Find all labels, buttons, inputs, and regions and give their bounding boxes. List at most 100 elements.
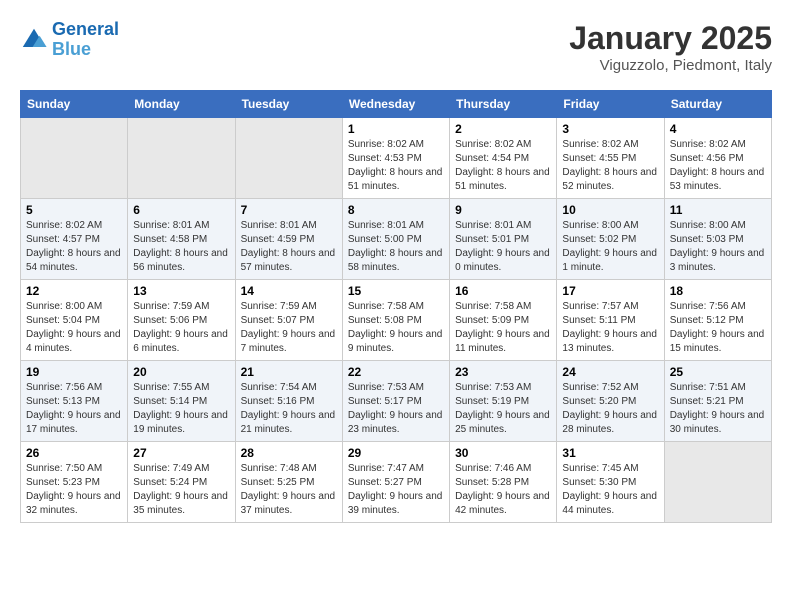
day-info: Sunrise: 7:56 AM Sunset: 5:12 PM Dayligh… (670, 300, 766, 356)
day-number: 18 (670, 284, 766, 298)
calendar-cell: 29Sunrise: 7:47 AM Sunset: 5:27 PM Dayli… (342, 442, 449, 523)
day-number: 27 (133, 446, 229, 460)
day-number: 21 (241, 365, 337, 379)
day-info: Sunrise: 7:50 AM Sunset: 5:23 PM Dayligh… (26, 462, 122, 518)
day-info: Sunrise: 7:58 AM Sunset: 5:08 PM Dayligh… (348, 300, 444, 356)
day-number: 25 (670, 365, 766, 379)
day-info: Sunrise: 8:02 AM Sunset: 4:53 PM Dayligh… (348, 138, 444, 194)
calendar-cell (235, 118, 342, 199)
day-info: Sunrise: 8:02 AM Sunset: 4:54 PM Dayligh… (455, 138, 551, 194)
logo: General Blue (20, 20, 119, 60)
day-info: Sunrise: 7:46 AM Sunset: 5:28 PM Dayligh… (455, 462, 551, 518)
day-number: 30 (455, 446, 551, 460)
calendar-cell: 17 Sunrise: 7:57 AM Sunset: 5:11 PM Dayli… (557, 280, 664, 361)
day-number: 16 (455, 284, 551, 298)
day-number: 23 (455, 365, 551, 379)
day-number: 20 (133, 365, 229, 379)
day-info: Sunrise: 7:57 AM Sunset: 5:11 PM Dayligh… (562, 300, 658, 356)
day-number: 3 (562, 122, 658, 136)
calendar-cell (128, 118, 235, 199)
calendar-cell: 21 Sunrise: 7:54 AM Sunset: 5:16 PM Dayli… (235, 361, 342, 442)
day-info: Sunrise: 7:47 AM Sunset: 5:27 PM Dayligh… (348, 462, 444, 518)
calendar-cell: 19 Sunrise: 7:56 AM Sunset: 5:13 PM Dayli… (21, 361, 128, 442)
calendar-cell: 27 Sunrise: 7:49 AM Sunset: 5:24 PM Dayli… (128, 442, 235, 523)
day-info: Sunrise: 7:45 AM Sunset: 5:30 PM Dayligh… (562, 462, 658, 518)
day-number: 5 (26, 203, 122, 217)
day-number: 7 (241, 203, 337, 217)
calendar-cell: 12 Sunrise: 8:00 AM Sunset: 5:04 PM Dayli… (21, 280, 128, 361)
day-number: 17 (562, 284, 658, 298)
day-number: 24 (562, 365, 658, 379)
day-info: Sunrise: 7:53 AM Sunset: 5:17 PM Dayligh… (348, 381, 444, 437)
calendar-cell: 15 Sunrise: 7:58 AM Sunset: 5:08 PM Dayli… (342, 280, 449, 361)
day-of-week-header: Monday (128, 91, 235, 118)
calendar-week-row: 12 Sunrise: 8:00 AM Sunset: 5:04 PM Dayli… (21, 280, 772, 361)
day-info: Sunrise: 7:54 AM Sunset: 5:16 PM Dayligh… (241, 381, 337, 437)
day-number: 8 (348, 203, 444, 217)
calendar-cell: 20Sunrise: 7:55 AM Sunset: 5:14 PM Dayli… (128, 361, 235, 442)
day-info: Sunrise: 7:48 AM Sunset: 5:25 PM Dayligh… (241, 462, 337, 518)
day-of-week-header: Friday (557, 91, 664, 118)
calendar-cell: 6 Sunrise: 8:01 AM Sunset: 4:58 PM Daylig… (128, 199, 235, 280)
day-info: Sunrise: 8:02 AM Sunset: 4:55 PM Dayligh… (562, 138, 658, 194)
calendar-cell: 1 Sunrise: 8:02 AM Sunset: 4:53 PM Daylig… (342, 118, 449, 199)
calendar-cell: 26Sunrise: 7:50 AM Sunset: 5:23 PM Dayli… (21, 442, 128, 523)
calendar-cell: 13 Sunrise: 7:59 AM Sunset: 5:06 PM Dayli… (128, 280, 235, 361)
logo-icon (20, 26, 48, 54)
calendar-cell: 3 Sunrise: 8:02 AM Sunset: 4:55 PM Daylig… (557, 118, 664, 199)
day-number: 22 (348, 365, 444, 379)
calendar-table: SundayMondayTuesdayWednesdayThursdayFrid… (20, 90, 772, 523)
day-number: 9 (455, 203, 551, 217)
day-of-week-header: Wednesday (342, 91, 449, 118)
day-of-week-header: Thursday (450, 91, 557, 118)
calendar-cell: 2Sunrise: 8:02 AM Sunset: 4:54 PM Daylig… (450, 118, 557, 199)
day-number: 13 (133, 284, 229, 298)
calendar-week-row: 5 Sunrise: 8:02 AM Sunset: 4:57 PM Daylig… (21, 199, 772, 280)
page-header: General Blue January 2025 Viguzzolo, Pie… (20, 20, 772, 74)
day-info: Sunrise: 8:02 AM Sunset: 4:56 PM Dayligh… (670, 138, 766, 194)
day-of-week-header: Tuesday (235, 91, 342, 118)
day-info: Sunrise: 8:01 AM Sunset: 5:01 PM Dayligh… (455, 219, 551, 275)
day-number: 4 (670, 122, 766, 136)
day-info: Sunrise: 8:01 AM Sunset: 5:00 PM Dayligh… (348, 219, 444, 275)
day-number: 10 (562, 203, 658, 217)
calendar-cell: 10 Sunrise: 8:00 AM Sunset: 5:02 PM Dayli… (557, 199, 664, 280)
day-number: 15 (348, 284, 444, 298)
day-number: 12 (26, 284, 122, 298)
calendar-cell: 4 Sunrise: 8:02 AM Sunset: 4:56 PM Daylig… (664, 118, 771, 199)
calendar-cell: 22 Sunrise: 7:53 AM Sunset: 5:17 PM Dayli… (342, 361, 449, 442)
calendar-cell (664, 442, 771, 523)
day-info: Sunrise: 7:56 AM Sunset: 5:13 PM Dayligh… (26, 381, 122, 437)
day-number: 31 (562, 446, 658, 460)
day-info: Sunrise: 7:49 AM Sunset: 5:24 PM Dayligh… (133, 462, 229, 518)
location: Viguzzolo, Piedmont, Italy (569, 57, 772, 74)
calendar-cell: 23 Sunrise: 7:53 AM Sunset: 5:19 PM Dayli… (450, 361, 557, 442)
calendar-cell: 7 Sunrise: 8:01 AM Sunset: 4:59 PM Daylig… (235, 199, 342, 280)
day-info: Sunrise: 8:01 AM Sunset: 4:58 PM Dayligh… (133, 219, 229, 275)
day-info: Sunrise: 7:51 AM Sunset: 5:21 PM Dayligh… (670, 381, 766, 437)
calendar-cell: 18 Sunrise: 7:56 AM Sunset: 5:12 PM Dayli… (664, 280, 771, 361)
day-info: Sunrise: 7:59 AM Sunset: 5:07 PM Dayligh… (241, 300, 337, 356)
day-number: 11 (670, 203, 766, 217)
header-row: SundayMondayTuesdayWednesdayThursdayFrid… (21, 91, 772, 118)
day-of-week-header: Sunday (21, 91, 128, 118)
calendar-cell: 9 Sunrise: 8:01 AM Sunset: 5:01 PM Daylig… (450, 199, 557, 280)
day-number: 19 (26, 365, 122, 379)
day-of-week-header: Saturday (664, 91, 771, 118)
day-info: Sunrise: 7:59 AM Sunset: 5:06 PM Dayligh… (133, 300, 229, 356)
calendar-cell: 25 Sunrise: 7:51 AM Sunset: 5:21 PM Dayli… (664, 361, 771, 442)
calendar-cell: 24 Sunrise: 7:52 AM Sunset: 5:20 PM Dayli… (557, 361, 664, 442)
calendar-cell: 31 Sunrise: 7:45 AM Sunset: 5:30 PM Dayli… (557, 442, 664, 523)
day-number: 1 (348, 122, 444, 136)
title-block: January 2025 Viguzzolo, Piedmont, Italy (569, 20, 772, 74)
day-info: Sunrise: 8:00 AM Sunset: 5:04 PM Dayligh… (26, 300, 122, 356)
day-number: 6 (133, 203, 229, 217)
calendar-cell: 30 Sunrise: 7:46 AM Sunset: 5:28 PM Dayli… (450, 442, 557, 523)
day-info: Sunrise: 8:00 AM Sunset: 5:02 PM Dayligh… (562, 219, 658, 275)
calendar-cell: 8 Sunrise: 8:01 AM Sunset: 5:00 PM Daylig… (342, 199, 449, 280)
day-info: Sunrise: 7:53 AM Sunset: 5:19 PM Dayligh… (455, 381, 551, 437)
day-info: Sunrise: 7:52 AM Sunset: 5:20 PM Dayligh… (562, 381, 658, 437)
day-info: Sunrise: 8:02 AM Sunset: 4:57 PM Dayligh… (26, 219, 122, 275)
calendar-week-row: 19 Sunrise: 7:56 AM Sunset: 5:13 PM Dayli… (21, 361, 772, 442)
day-info: Sunrise: 8:01 AM Sunset: 4:59 PM Dayligh… (241, 219, 337, 275)
